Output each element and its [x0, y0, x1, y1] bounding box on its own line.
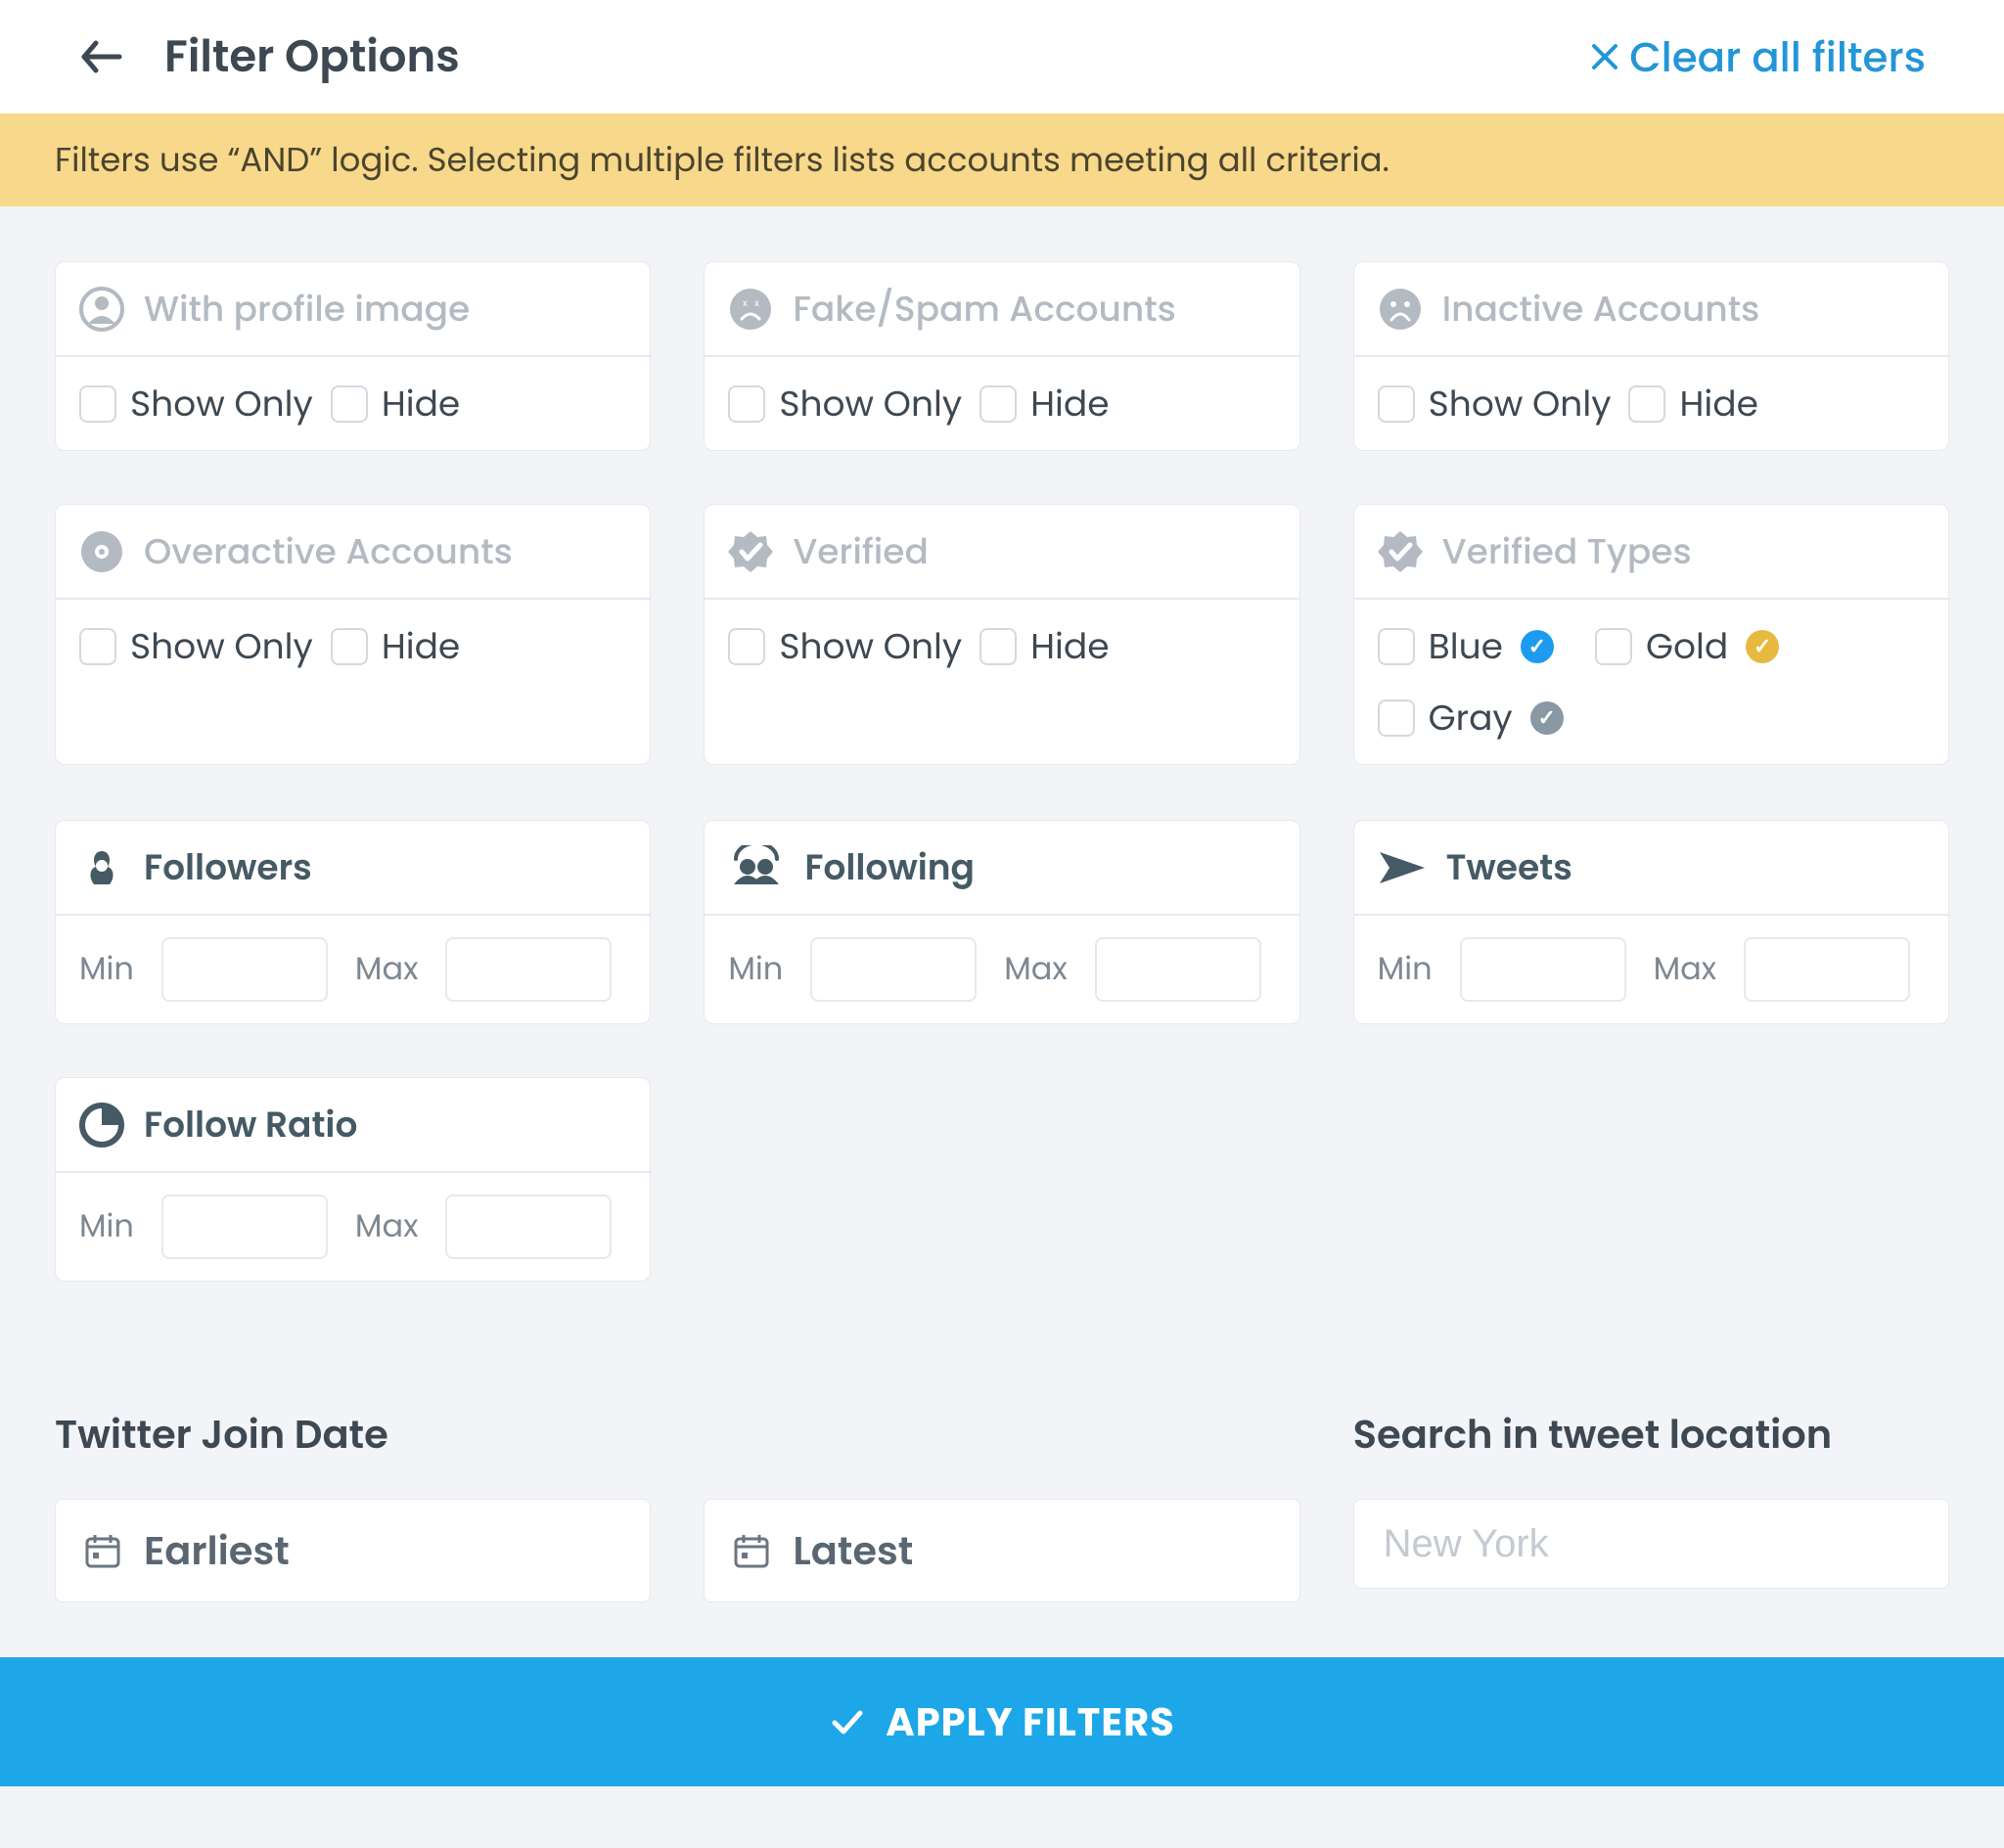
close-icon: [1590, 42, 1619, 71]
calendar-icon: [732, 1531, 771, 1570]
filter-title: Verified: [793, 524, 929, 578]
info-bar: Filters use “AND” logic. Selecting multi…: [0, 113, 2004, 206]
verified-types-icon: [1378, 529, 1423, 574]
show-only-label: Show Only: [130, 619, 313, 673]
join-date-latest-picker[interactable]: Latest: [704, 1499, 1299, 1602]
overactive-hide-checkbox[interactable]: Hide: [331, 619, 460, 673]
show-only-label: Show Only: [779, 619, 962, 673]
following-min-input[interactable]: [810, 937, 977, 1002]
fakespam-hide-checkbox[interactable]: Hide: [979, 377, 1109, 430]
filter-card-overactive: Overactive Accounts Show Only Hide: [55, 504, 651, 765]
gray-badge-icon: ✓: [1530, 701, 1564, 735]
followers-max-input[interactable]: [445, 937, 612, 1002]
fake-spam-icon: x x: [728, 287, 773, 332]
range-card-following: Following Min Max: [704, 820, 1299, 1024]
check-icon: [829, 1703, 866, 1740]
profile-image-show-only-checkbox[interactable]: Show Only: [79, 377, 313, 430]
filter-card-profile-image: With profile image Show Only Hide: [55, 261, 651, 451]
max-label: Max: [1654, 946, 1717, 993]
max-label: Max: [1004, 946, 1068, 993]
calendar-icon: [83, 1531, 122, 1570]
join-date-section-label: Twitter Join Date: [55, 1405, 651, 1464]
range-title: Followers: [144, 840, 312, 894]
filter-card-inactive: Inactive Accounts Show Only Hide: [1353, 261, 1949, 451]
filter-card-fake-spam: x x Fake/Spam Accounts Show Only Hide: [704, 261, 1299, 451]
filter-title: Inactive Accounts: [1442, 282, 1760, 336]
range-card-followers: Followers Min Max: [55, 820, 651, 1024]
hide-label: Hide: [1030, 619, 1109, 673]
verified-show-only-checkbox[interactable]: Show Only: [728, 619, 962, 673]
tweets-icon: [1378, 848, 1427, 887]
overactive-show-only-checkbox[interactable]: Show Only: [79, 619, 313, 673]
fakespam-show-only-checkbox[interactable]: Show Only: [728, 377, 962, 430]
latest-label: Latest: [793, 1521, 913, 1580]
min-label: Min: [79, 1203, 134, 1250]
filter-title: With profile image: [144, 282, 470, 336]
range-card-follow-ratio: Follow Ratio Min Max: [55, 1077, 651, 1282]
verified-type-gold-label: Gold: [1646, 619, 1728, 673]
verified-type-gray-label: Gray: [1429, 691, 1513, 744]
svg-text:x: x: [743, 295, 748, 310]
followratio-min-input[interactable]: [161, 1194, 328, 1259]
join-date-earliest-picker[interactable]: Earliest: [55, 1499, 651, 1602]
hide-label: Hide: [382, 377, 460, 430]
page-title: Filter Options: [164, 23, 460, 90]
followratio-max-input[interactable]: [445, 1194, 612, 1259]
apply-filters-label: APPLY FILTERS: [886, 1692, 1175, 1751]
location-section-label: Search in tweet location: [1353, 1405, 1949, 1464]
hide-label: Hide: [1679, 377, 1757, 430]
hide-label: Hide: [1030, 377, 1109, 430]
apply-filters-button[interactable]: APPLY FILTERS: [0, 1657, 2004, 1786]
inactive-icon: [1378, 287, 1423, 332]
verified-type-gray-checkbox[interactable]: Gray ✓: [1378, 691, 1564, 744]
inactive-hide-checkbox[interactable]: Hide: [1628, 377, 1757, 430]
earliest-label: Earliest: [144, 1521, 290, 1580]
max-label: Max: [355, 1203, 419, 1250]
gold-badge-icon: ✓: [1746, 630, 1779, 663]
overactive-icon: [79, 529, 124, 574]
follow-ratio-icon: [79, 1103, 124, 1148]
clear-all-filters-button[interactable]: Clear all filters: [1590, 26, 1926, 88]
filter-card-verified-types: Verified Types Blue ✓ Gold ✓: [1353, 504, 1949, 765]
verified-type-gold-checkbox[interactable]: Gold ✓: [1595, 619, 1779, 673]
filter-title: Overactive Accounts: [144, 524, 513, 578]
following-max-input[interactable]: [1095, 937, 1261, 1002]
profile-image-icon: [79, 287, 124, 332]
back-arrow[interactable]: [78, 37, 125, 76]
min-label: Min: [728, 946, 783, 993]
profile-image-hide-checkbox[interactable]: Hide: [331, 377, 460, 430]
range-title: Follow Ratio: [144, 1098, 357, 1151]
filter-title: Verified Types: [1442, 524, 1692, 578]
verified-hide-checkbox[interactable]: Hide: [979, 619, 1109, 673]
tweets-max-input[interactable]: [1744, 937, 1910, 1002]
followers-min-input[interactable]: [161, 937, 328, 1002]
clear-all-filters-label: Clear all filters: [1629, 26, 1926, 88]
tweet-location-input[interactable]: [1353, 1499, 1949, 1589]
tweets-min-input[interactable]: [1460, 937, 1626, 1002]
filter-card-verified: Verified Show Only Hide: [704, 504, 1299, 765]
following-icon: [728, 845, 785, 890]
blue-badge-icon: ✓: [1521, 630, 1554, 663]
show-only-label: Show Only: [1429, 377, 1612, 430]
hide-label: Hide: [382, 619, 460, 673]
range-card-tweets: Tweets Min Max: [1353, 820, 1949, 1024]
verified-type-blue-label: Blue: [1429, 619, 1503, 673]
range-title: Following: [804, 840, 975, 894]
filter-title: Fake/Spam Accounts: [793, 282, 1176, 336]
range-title: Tweets: [1446, 840, 1572, 894]
svg-text:x: x: [754, 295, 759, 310]
min-label: Min: [79, 946, 134, 993]
verified-type-blue-checkbox[interactable]: Blue ✓: [1378, 619, 1554, 673]
min-label: Min: [1378, 946, 1433, 993]
show-only-label: Show Only: [130, 377, 313, 430]
show-only-label: Show Only: [779, 377, 962, 430]
verified-icon: [728, 529, 773, 574]
inactive-show-only-checkbox[interactable]: Show Only: [1378, 377, 1612, 430]
max-label: Max: [355, 946, 419, 993]
followers-icon: [79, 845, 124, 890]
